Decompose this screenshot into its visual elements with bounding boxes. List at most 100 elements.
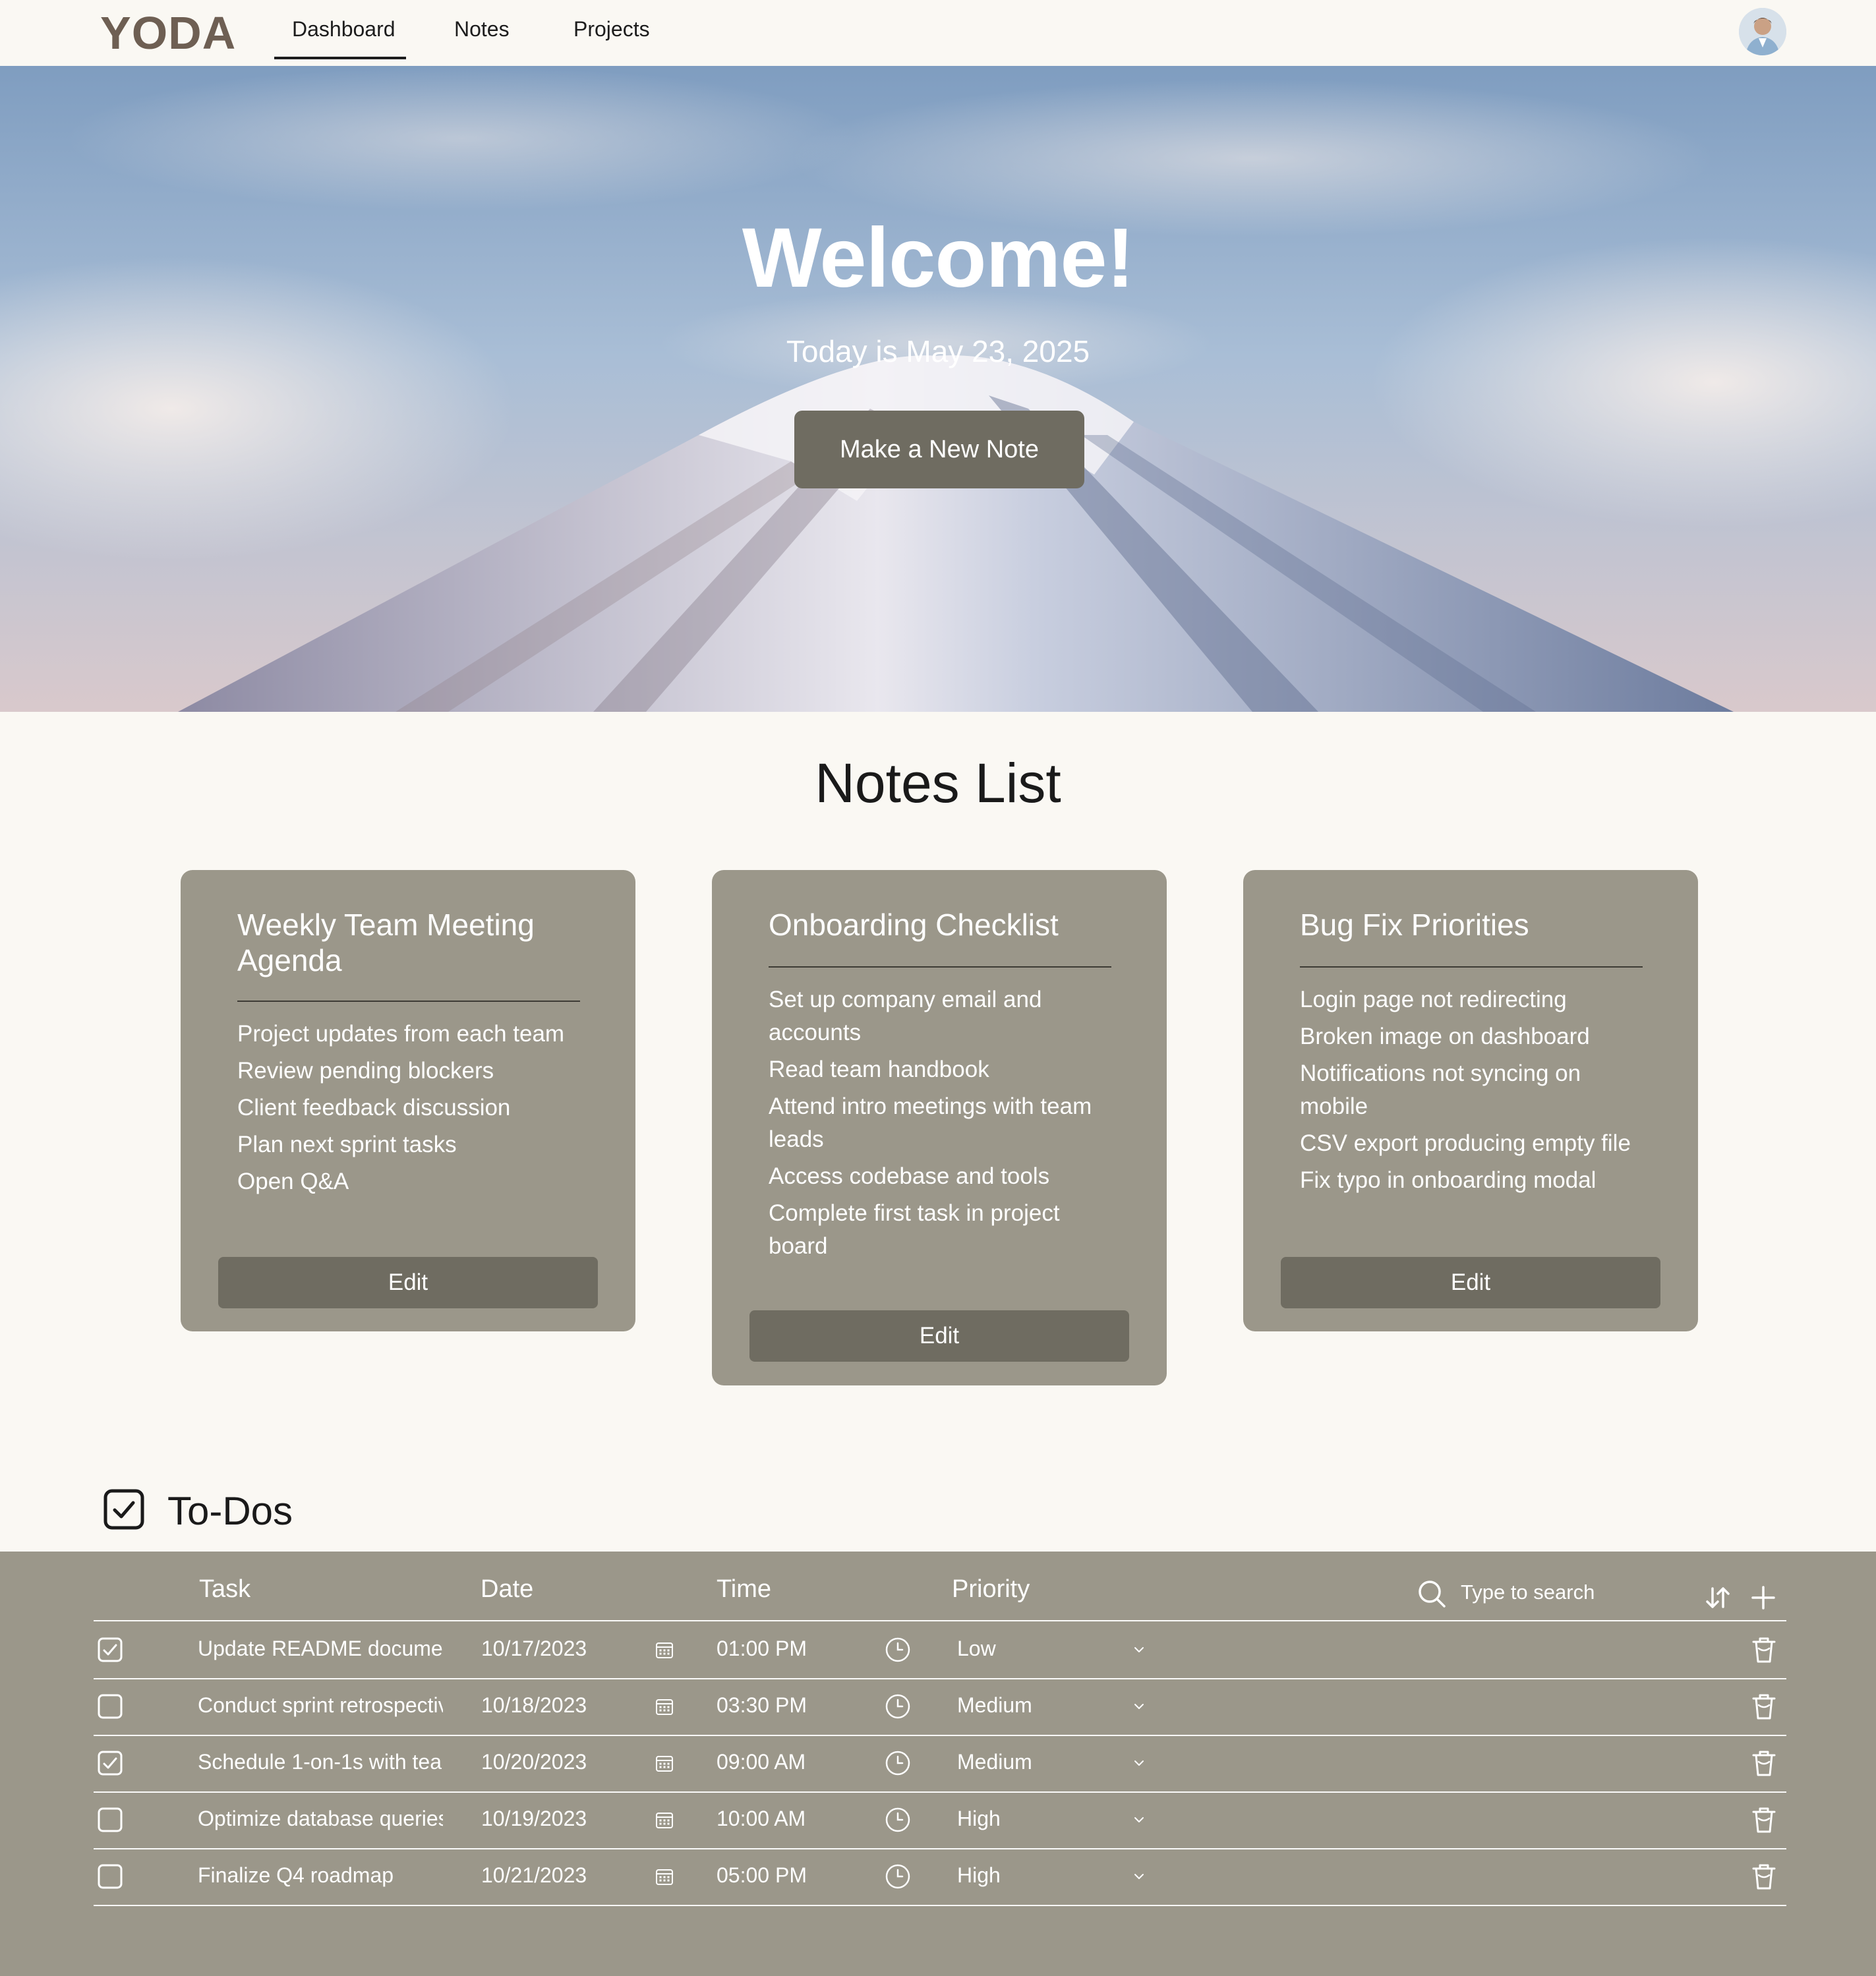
nav-link-notes[interactable]: Notes	[454, 17, 510, 42]
todo-checkbox-checked[interactable]	[98, 1637, 123, 1662]
note-item: Set up company email and accounts	[769, 987, 1042, 1045]
calendar-icon[interactable]	[654, 1866, 675, 1887]
chevron-down-icon[interactable]	[1131, 1699, 1147, 1714]
note-card-divider	[769, 966, 1111, 968]
note-card: Weekly Team Meeting Agenda Project updat…	[181, 870, 635, 1331]
note-item: Review pending blockers	[237, 1058, 494, 1084]
calendar-icon[interactable]	[654, 1696, 675, 1717]
chevron-down-icon[interactable]	[1131, 1642, 1147, 1658]
todo-task-text[interactable]: Optimize database queries	[198, 1807, 443, 1831]
todo-checkbox[interactable]	[98, 1694, 123, 1719]
note-item: Fix typo in onboarding modal	[1300, 1167, 1597, 1193]
todo-task-text[interactable]: Update README document	[198, 1637, 443, 1661]
note-item: Login page not redirecting	[1300, 987, 1567, 1012]
todo-priority-select[interactable]: High	[957, 1863, 1089, 1888]
chevron-down-icon[interactable]	[1131, 1755, 1147, 1771]
nav-active-indicator	[274, 57, 406, 59]
row-divider	[94, 1848, 1786, 1849]
trash-icon[interactable]	[1751, 1862, 1777, 1891]
nav-link-projects[interactable]: Projects	[573, 17, 650, 42]
note-card: Onboarding Checklist Set up company emai…	[712, 870, 1167, 1385]
sort-icon[interactable]	[1705, 1584, 1731, 1611]
todo-time[interactable]: 09:00 AM	[717, 1750, 848, 1774]
hero-title: Welcome!	[742, 211, 1134, 305]
todo-date[interactable]: 10/21/2023	[481, 1863, 613, 1888]
table-header-divider	[94, 1620, 1786, 1621]
note-card-title: Weekly Team Meeting Agenda	[237, 908, 535, 977]
note-item: CSV export producing empty file	[1300, 1130, 1631, 1156]
user-avatar[interactable]	[1739, 8, 1786, 55]
note-card-items: Set up company email and accounts Read t…	[769, 983, 1111, 1267]
edit-note-button[interactable]: Edit	[1281, 1257, 1660, 1308]
nav-link-dashboard[interactable]: Dashboard	[292, 17, 396, 42]
top-nav: YODA Dashboard Notes Projects	[0, 0, 1876, 66]
column-header-task[interactable]: Task	[199, 1575, 250, 1604]
note-item: Attend intro meetings with team leads	[769, 1093, 1092, 1152]
todo-checkbox[interactable]	[98, 1864, 123, 1889]
todos-title: To-Dos	[167, 1489, 293, 1533]
clock-icon[interactable]	[885, 1863, 911, 1890]
trash-icon[interactable]	[1751, 1692, 1777, 1721]
user-avatar-icon	[1739, 8, 1786, 55]
add-icon[interactable]	[1750, 1584, 1776, 1611]
calendar-icon[interactable]	[654, 1809, 675, 1830]
checkbox-checked-icon	[103, 1489, 144, 1530]
note-item: Access codebase and tools	[769, 1163, 1050, 1189]
todo-priority-select[interactable]: High	[957, 1807, 1089, 1831]
clock-icon[interactable]	[885, 1750, 911, 1776]
calendar-icon[interactable]	[654, 1753, 675, 1774]
todo-time[interactable]: 05:00 PM	[717, 1863, 848, 1888]
todo-priority-select[interactable]: Medium	[957, 1750, 1089, 1774]
todo-checkbox-checked[interactable]	[98, 1751, 123, 1776]
edit-note-button[interactable]: Edit	[218, 1257, 598, 1308]
todo-time[interactable]: 01:00 PM	[717, 1637, 848, 1661]
clock-icon[interactable]	[885, 1807, 911, 1833]
todo-date[interactable]: 10/20/2023	[481, 1750, 613, 1774]
note-card-title: Onboarding Checklist	[769, 908, 1059, 942]
note-card-title: Bug Fix Priorities	[1300, 908, 1529, 942]
todo-priority-select[interactable]: Medium	[957, 1693, 1089, 1718]
note-card-divider	[1300, 966, 1643, 968]
chevron-down-icon[interactable]	[1131, 1812, 1147, 1828]
column-header-date[interactable]: Date	[481, 1575, 533, 1604]
todo-time[interactable]: 10:00 AM	[717, 1807, 848, 1831]
calendar-icon[interactable]	[654, 1639, 675, 1660]
row-divider	[94, 1735, 1786, 1736]
search-input[interactable]: Type to search	[1461, 1581, 1595, 1604]
row-divider	[94, 1905, 1786, 1906]
search-icon	[1419, 1581, 1446, 1608]
chevron-down-icon[interactable]	[1131, 1869, 1147, 1884]
edit-note-button[interactable]: Edit	[749, 1310, 1129, 1362]
clock-icon[interactable]	[885, 1637, 911, 1663]
todo-date[interactable]: 10/19/2023	[481, 1807, 613, 1831]
note-card-divider	[237, 1001, 580, 1002]
note-item: Plan next sprint tasks	[237, 1132, 457, 1157]
column-header-time[interactable]: Time	[717, 1575, 771, 1604]
todo-priority-select[interactable]: Low	[957, 1637, 1089, 1661]
note-item: Notifications not syncing on mobile	[1300, 1061, 1581, 1119]
note-item: Broken image on dashboard	[1300, 1024, 1590, 1049]
clock-icon[interactable]	[885, 1693, 911, 1720]
app-logo[interactable]: YODA	[100, 7, 236, 59]
todo-checkbox[interactable]	[98, 1807, 123, 1832]
hero-banner: Welcome! Today is May 23, 2025 Make a Ne…	[0, 66, 1876, 712]
todo-date[interactable]: 10/18/2023	[481, 1693, 613, 1718]
trash-icon[interactable]	[1751, 1749, 1777, 1778]
note-item: Complete first task in project board	[769, 1200, 1060, 1259]
note-card-items: Project updates from each team Review pe…	[237, 1018, 580, 1202]
todo-task-text[interactable]: Finalize Q4 roadmap	[198, 1863, 443, 1888]
todo-task-text[interactable]: Schedule 1-on-1s with team	[198, 1750, 443, 1774]
hero-date: Today is May 23, 2025	[786, 334, 1090, 368]
todo-time[interactable]: 03:30 PM	[717, 1693, 848, 1718]
column-header-priority[interactable]: Priority	[952, 1575, 1030, 1604]
todo-date[interactable]: 10/17/2023	[481, 1637, 613, 1661]
mountain-background-image	[0, 66, 1876, 712]
note-item: Open Q&A	[237, 1169, 349, 1194]
note-item: Read team handbook	[769, 1057, 989, 1082]
row-divider	[94, 1678, 1786, 1679]
note-card-items: Login page not redirecting Broken image …	[1300, 983, 1643, 1201]
trash-icon[interactable]	[1751, 1635, 1777, 1664]
todo-task-text[interactable]: Conduct sprint retrospective	[198, 1693, 443, 1718]
make-new-note-button[interactable]: Make a New Note	[794, 411, 1084, 488]
trash-icon[interactable]	[1751, 1805, 1777, 1834]
